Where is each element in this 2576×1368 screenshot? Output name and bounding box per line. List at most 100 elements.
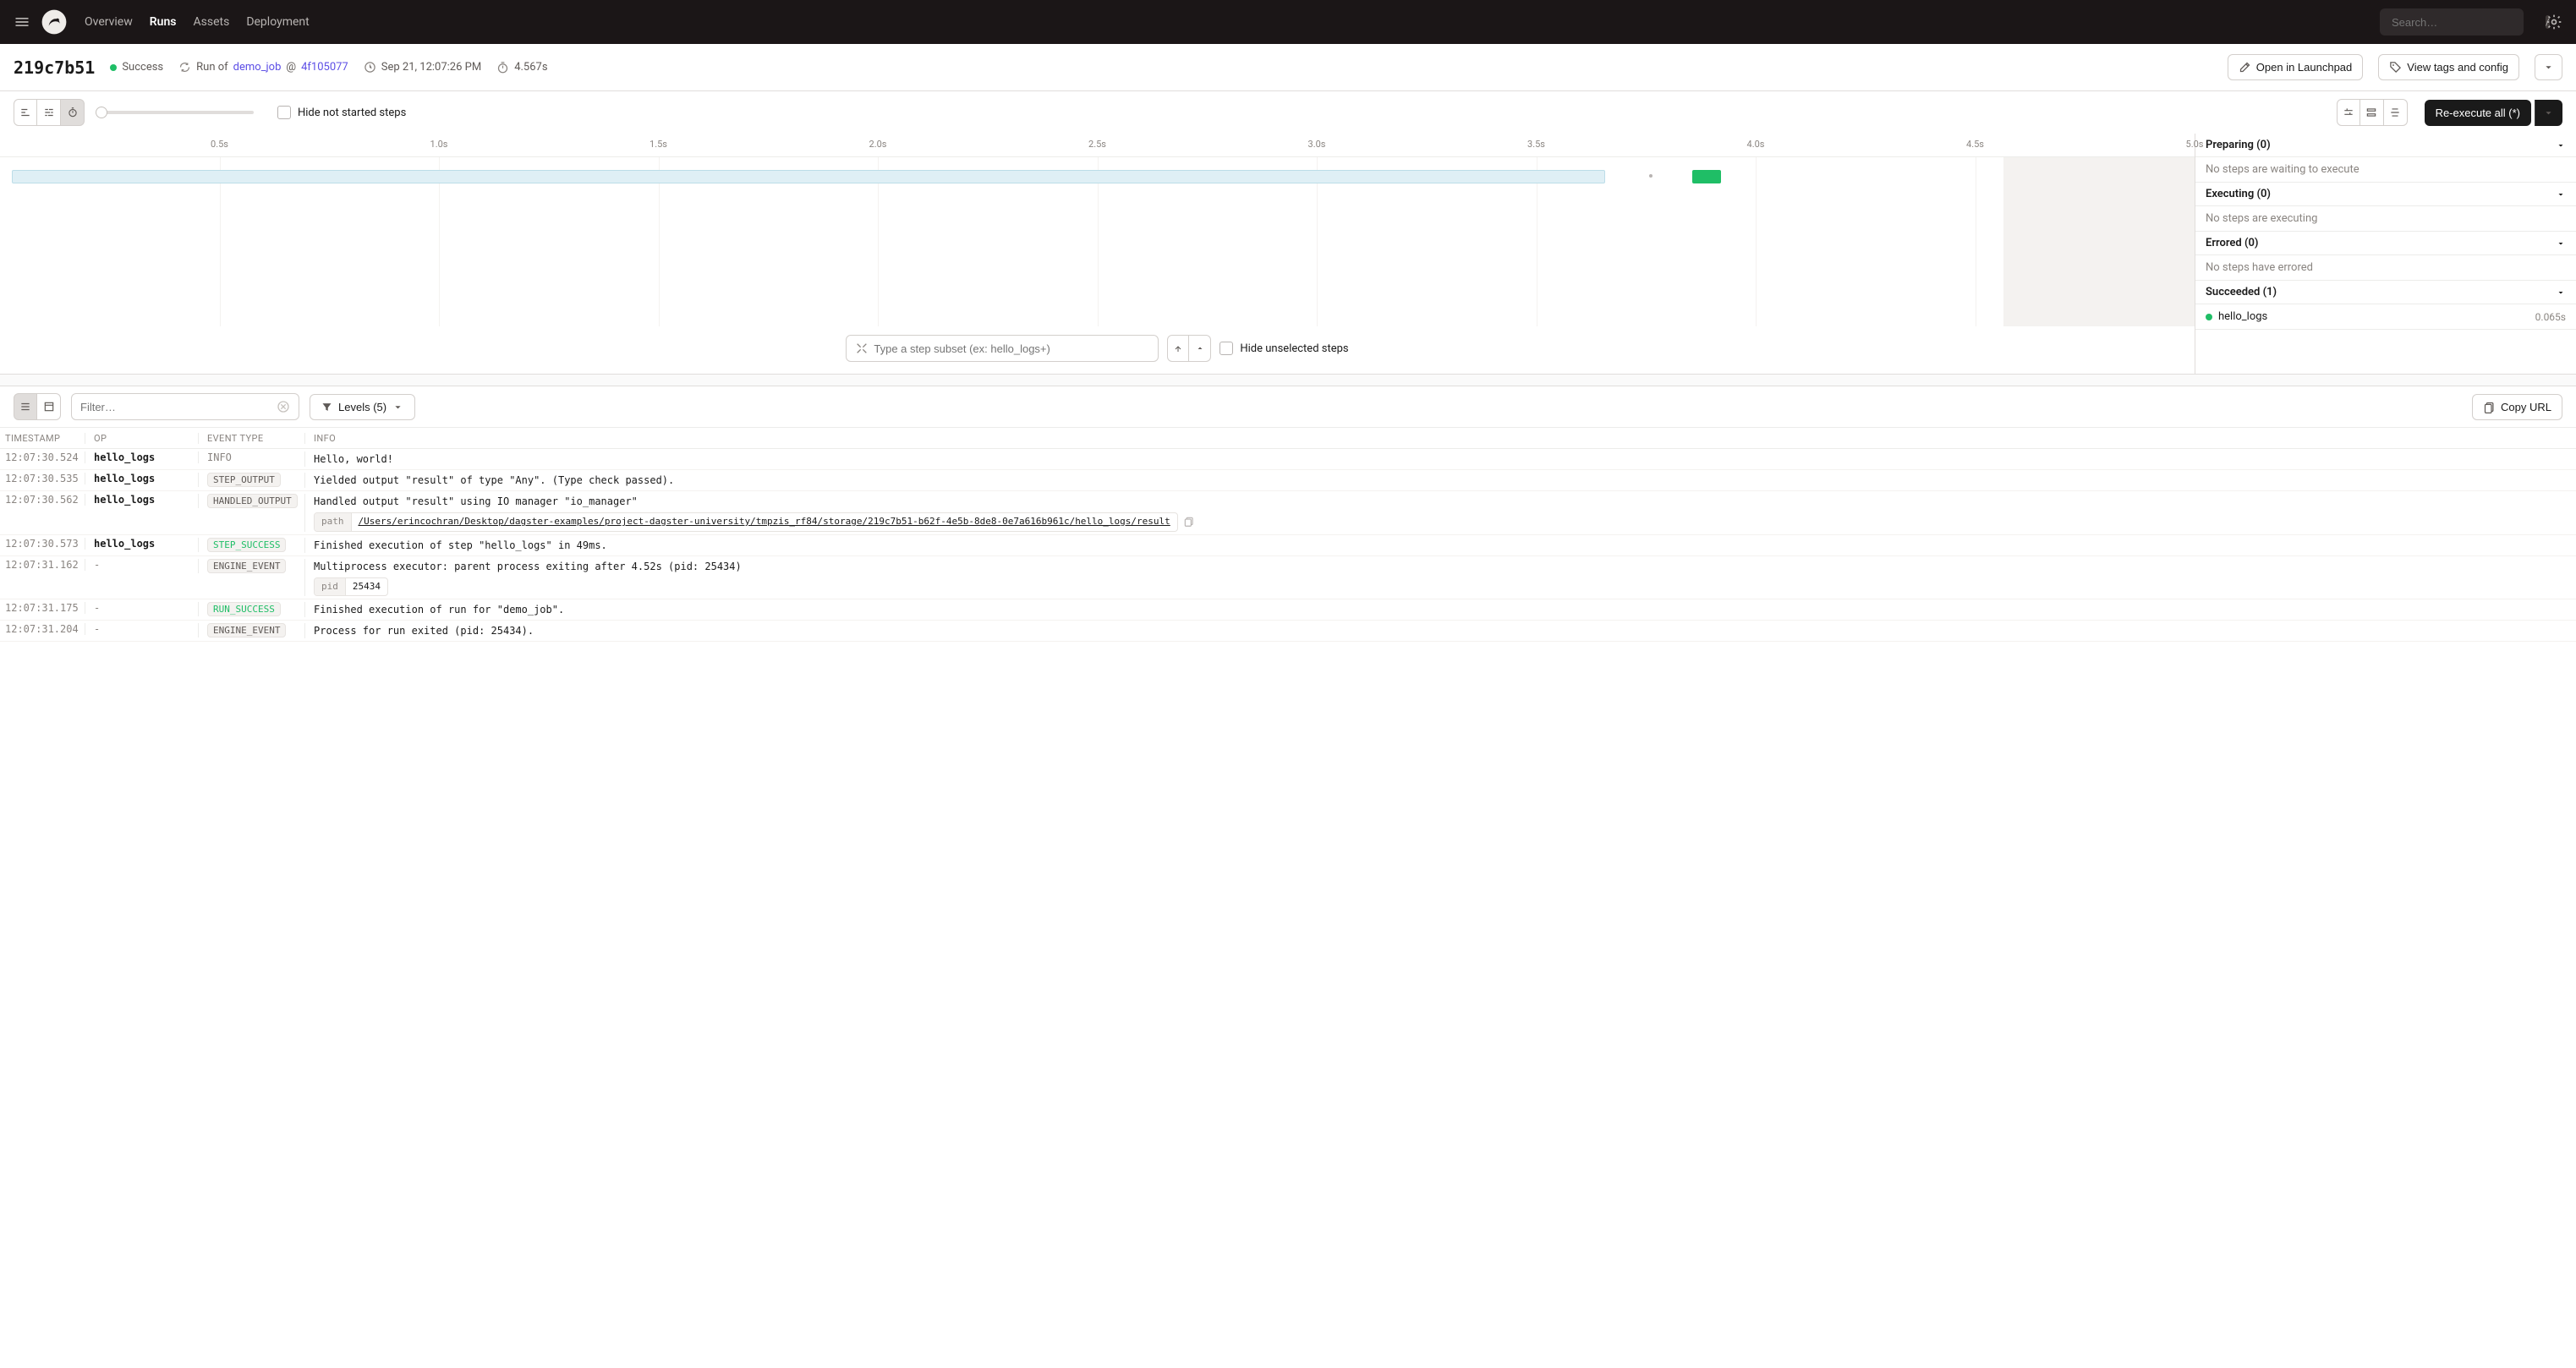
gantt-rows	[0, 157, 2195, 326]
step-nav-down-button[interactable]	[1167, 335, 1189, 362]
tag-icon	[2389, 61, 2402, 74]
step-nav-up-button[interactable]	[1189, 335, 1211, 362]
log-ts: 12:07:31.162	[0, 559, 85, 571]
step-subset-field[interactable]	[874, 342, 1149, 355]
logs-structured-button[interactable]	[14, 393, 37, 420]
chevron-down-icon	[392, 401, 404, 413]
run-status: Success	[110, 61, 163, 74]
global-search[interactable]: /	[2380, 8, 2524, 36]
gantt-toolbar: Hide not started steps Re-execute all (*…	[0, 91, 2576, 134]
log-meta: pid25434	[314, 577, 388, 597]
tick-label: 4.5s	[1966, 134, 1984, 150]
copy-icon[interactable]	[1183, 516, 1195, 528]
tick-label: 5.0s	[2186, 134, 2204, 150]
zoom-thumb[interactable]	[96, 107, 107, 118]
section-executing[interactable]: Executing (0)	[2195, 183, 2576, 206]
logs-view-switch	[14, 393, 61, 420]
log-row[interactable]: 12:07:30.524hello_logsINFOHello, world!	[0, 449, 2576, 470]
view-flat-button[interactable]	[37, 99, 61, 126]
log-row[interactable]: 12:07:31.204-ENGINE_EVENTProcess for run…	[0, 621, 2576, 642]
log-meta-link[interactable]: /Users/erincochran/Desktop/dagster-examp…	[359, 516, 1170, 527]
nav-deployment[interactable]: Deployment	[246, 15, 309, 29]
section-succeeded[interactable]: Succeeded (1)	[2195, 281, 2576, 304]
log-op: -	[85, 602, 198, 614]
display-mode-3-button[interactable]	[2384, 99, 2408, 126]
job-link[interactable]: demo_job	[233, 61, 282, 74]
log-info: Process for run exited (pid: 25434).	[304, 623, 2576, 638]
succeeded-step[interactable]: hello_logs 0.065s	[2206, 310, 2566, 323]
reexecute-button[interactable]: Re-execute all (*)	[2425, 100, 2531, 126]
copy-url-button[interactable]: Copy URL	[2472, 394, 2562, 420]
section-preparing-body: No steps are waiting to execute	[2195, 157, 2576, 183]
log-ts: 12:07:30.535	[0, 473, 85, 484]
section-errored[interactable]: Errored (0)	[2195, 232, 2576, 255]
run-header: 219c7b51 Success Run of demo_job @ 4f105…	[0, 44, 2576, 91]
view-waterfall-button[interactable]	[14, 99, 37, 126]
log-op: -	[85, 623, 198, 635]
gantt-footer: Hide unselected steps	[0, 326, 2195, 374]
open-launchpad-button[interactable]: Open in Launchpad	[2228, 54, 2363, 80]
levels-dropdown[interactable]: Levels (5)	[310, 394, 415, 420]
checkbox-icon	[277, 106, 291, 119]
section-preparing[interactable]: Preparing (0)	[2195, 134, 2576, 157]
gantt-chart: 0.5s 1.0s 1.5s 2.0s 2.5s 3.0s 3.5s 4.0s …	[0, 134, 2195, 374]
run-of-label: Run of	[196, 61, 228, 74]
log-ts: 12:07:30.524	[0, 451, 85, 463]
log-event-type: STEP_SUCCESS	[198, 538, 304, 552]
log-op: hello_logs	[85, 538, 198, 550]
log-row[interactable]: 12:07:30.562hello_logsHANDLED_OUTPUTHand…	[0, 491, 2576, 535]
log-meta: path/Users/erincochran/Desktop/dagster-e…	[314, 512, 1178, 532]
view-tags-button[interactable]: View tags and config	[2378, 54, 2519, 80]
log-op: hello_logs	[85, 451, 198, 463]
log-op: hello_logs	[85, 473, 198, 484]
step-subset-input[interactable]	[846, 335, 1159, 362]
log-row[interactable]: 12:07:31.175-RUN_SUCCESSFinished executi…	[0, 599, 2576, 621]
log-row[interactable]: 12:07:31.162-ENGINE_EVENTMultiprocess ex…	[0, 556, 2576, 600]
col-info: Info	[304, 433, 2576, 444]
more-actions-button[interactable]	[2535, 54, 2562, 80]
gantt-dot-icon	[1649, 174, 1652, 178]
hide-not-started-checkbox[interactable]: Hide not started steps	[277, 106, 406, 119]
horizontal-divider[interactable]	[0, 375, 2576, 386]
dagster-logo-icon[interactable]	[41, 8, 68, 36]
logs-filter[interactable]	[71, 393, 299, 420]
logs-filter-input[interactable]	[80, 401, 271, 413]
display-mode-1-button[interactable]	[2337, 99, 2360, 126]
logs-raw-button[interactable]	[37, 393, 61, 420]
hamburger-icon[interactable]	[14, 14, 30, 30]
reexecute-dropdown-button[interactable]	[2535, 100, 2562, 126]
tick-label: 3.5s	[1527, 134, 1545, 150]
top-nav: Overview Runs Assets Deployment /	[0, 0, 2576, 44]
search-input[interactable]	[2392, 16, 2540, 29]
caret-down-icon	[2556, 189, 2566, 200]
log-info: Finished execution of run for "demo_job"…	[304, 602, 2576, 617]
nav-assets[interactable]: Assets	[193, 15, 229, 29]
nav-runs[interactable]: Runs	[150, 15, 177, 29]
log-op: -	[85, 559, 198, 571]
tick-label: 0.5s	[211, 134, 228, 150]
hide-unselected-checkbox[interactable]: Hide unselected steps	[1219, 342, 1348, 355]
section-errored-body: No steps have errored	[2195, 255, 2576, 281]
nav-overview[interactable]: Overview	[85, 15, 133, 29]
log-ts: 12:07:30.562	[0, 494, 85, 506]
side-panel: Preparing (0) No steps are waiting to ex…	[2195, 134, 2576, 374]
tick-label: 3.0s	[1308, 134, 1326, 150]
display-mode-2-button[interactable]	[2360, 99, 2384, 126]
tick-label: 2.0s	[869, 134, 887, 150]
clipboard-icon	[2483, 401, 2496, 413]
log-event-type: RUN_SUCCESS	[198, 602, 304, 616]
run-datetime: Sep 21, 12:07:26 PM	[364, 61, 481, 74]
log-row[interactable]: 12:07:30.573hello_logsSTEP_SUCCESSFinish…	[0, 535, 2576, 556]
clear-icon[interactable]	[277, 400, 290, 413]
gantt-wrap: 0.5s 1.0s 1.5s 2.0s 2.5s 3.0s 3.5s 4.0s …	[0, 134, 2576, 375]
chevron-down-icon	[2542, 107, 2555, 119]
edit-icon	[2239, 61, 2251, 74]
log-row[interactable]: 12:07:30.535hello_logsSTEP_OUTPUTYielded…	[0, 470, 2576, 491]
gantt-view-mode	[14, 99, 85, 126]
settings-icon[interactable]	[2546, 14, 2562, 30]
filter-icon	[321, 401, 333, 413]
job-hash-link[interactable]: 4f105077	[301, 61, 348, 74]
zoom-slider[interactable]	[101, 111, 254, 114]
view-timed-button[interactable]	[61, 99, 85, 126]
gantt-step-row[interactable]	[12, 167, 2195, 186]
